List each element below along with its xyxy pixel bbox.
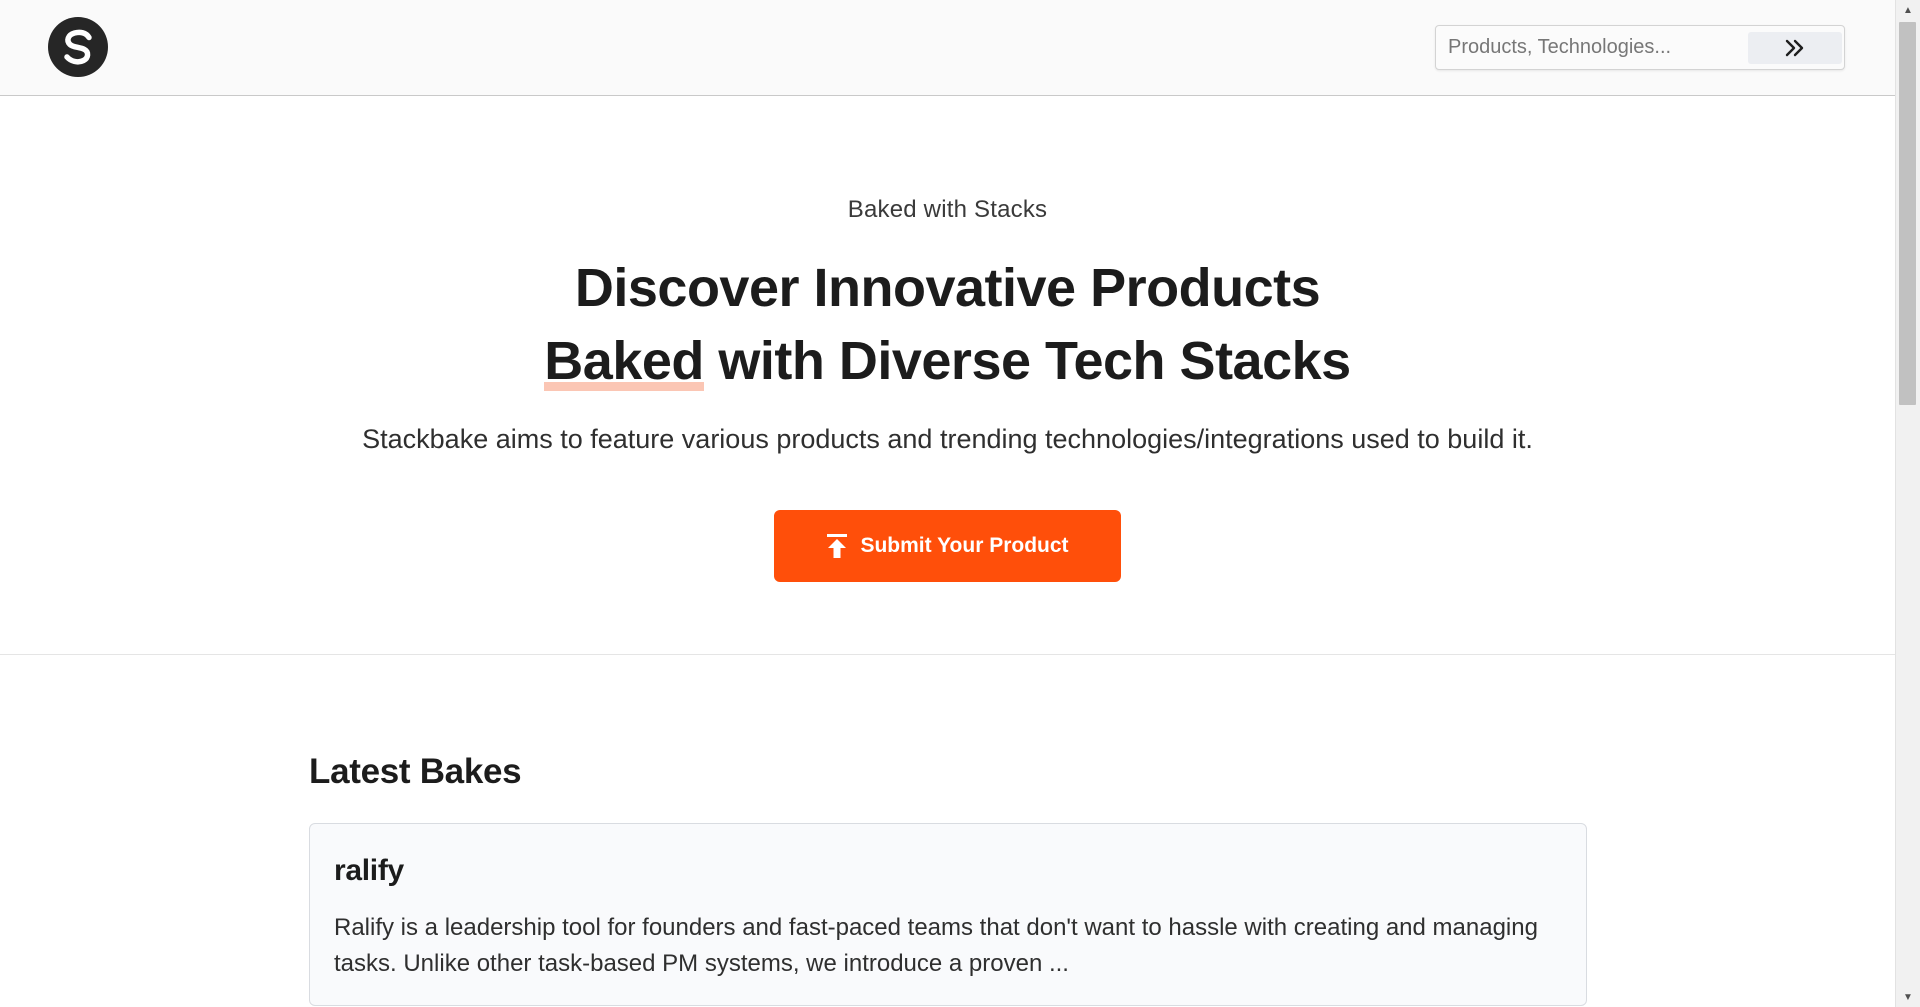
search-input[interactable] [1436,26,1746,69]
stackbake-logo-icon[interactable] [48,17,108,77]
page-scrollbar[interactable]: ▲ ▼ [1895,0,1920,1007]
upload-arrow-icon [827,534,848,558]
search-submit-button[interactable] [1748,32,1842,64]
submit-product-label: Submit Your Product [860,534,1069,557]
product-name[interactable]: ralify [334,854,404,888]
page: Baked with Stacks Discover Innovative Pr… [0,0,1895,1007]
section-divider [0,654,1895,655]
scroll-down-arrow-icon[interactable]: ▼ [1896,987,1920,1007]
hero-subtitle: Stackbake aims to feature various produc… [362,424,1533,454]
scroll-up-arrow-icon[interactable]: ▲ [1896,0,1920,20]
scrollbar-thumb[interactable] [1899,22,1916,405]
search-box [1435,25,1845,70]
submit-product-button[interactable]: Submit Your Product [774,510,1121,582]
site-header [0,0,1895,96]
headline-line-2: with Diverse Tech Stacks [703,331,1351,391]
double-chevron-right-icon [1785,39,1804,57]
product-card[interactable]: ralify Ralify is a leadership tool for f… [309,823,1587,1006]
headline-line-1: Discover Innovative Products [574,258,1321,318]
product-description: Ralify is a leadership tool for founders… [334,914,1538,977]
headline-highlight: Baked [544,331,704,391]
latest-bakes-title: Latest Bakes [309,752,522,791]
hero-eyebrow: Baked with Stacks [847,196,1048,223]
hero-headline: Discover Innovative Products Baked with … [0,252,1895,398]
